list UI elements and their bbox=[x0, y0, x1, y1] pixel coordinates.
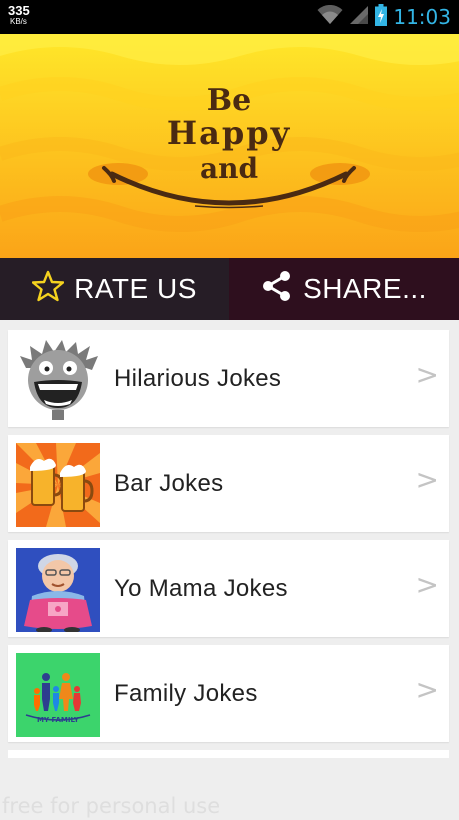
action-bar: RATE US SHARE... bbox=[0, 258, 459, 320]
banner-text-line3: and bbox=[200, 152, 258, 185]
chevron-right-icon: > bbox=[415, 673, 439, 706]
rate-us-button[interactable]: RATE US bbox=[0, 258, 229, 320]
banner-text-line1: Be bbox=[207, 83, 251, 118]
star-outline-icon bbox=[31, 270, 65, 309]
network-speed-unit: KB/s bbox=[10, 17, 27, 26]
chevron-right-icon: > bbox=[415, 358, 439, 391]
list-item-label: Family Jokes bbox=[114, 680, 258, 707]
battery-charging-icon bbox=[375, 3, 388, 31]
chevron-right-icon: > bbox=[415, 568, 439, 601]
network-speed: 335 KB/s bbox=[8, 4, 30, 26]
share-icon bbox=[261, 270, 293, 309]
banner-image: Be Happy and bbox=[0, 34, 459, 258]
status-bar: 335 KB/s 11:03 bbox=[0, 0, 459, 34]
share-label: SHARE... bbox=[303, 273, 427, 304]
joke-category-list: Hilarious Jokes > Bar Jokes > Yo Mama Jo… bbox=[8, 330, 449, 750]
signal-icon bbox=[349, 5, 369, 30]
clock: 11:03 bbox=[393, 5, 451, 29]
list-item-yo-mama-jokes[interactable]: Yo Mama Jokes > bbox=[8, 540, 449, 637]
network-speed-value: 335 bbox=[8, 3, 30, 18]
thumb-text: MY FAMILY bbox=[37, 716, 80, 724]
laughing-face-icon bbox=[16, 338, 100, 422]
list-item-label: Hilarious Jokes bbox=[114, 365, 282, 392]
wifi-icon bbox=[317, 4, 343, 30]
list-item-label: Yo Mama Jokes bbox=[114, 575, 288, 602]
share-button[interactable]: SHARE... bbox=[229, 258, 459, 320]
banner-text-line2: Happy bbox=[167, 114, 291, 152]
chevron-right-icon: > bbox=[415, 463, 439, 496]
list-item-hilarious-jokes[interactable]: Hilarious Jokes > bbox=[8, 330, 449, 427]
rate-us-label: RATE US bbox=[74, 273, 197, 304]
list-item-bar-jokes[interactable]: Bar Jokes > bbox=[8, 435, 449, 532]
family-icon: MY FAMILY bbox=[16, 653, 100, 737]
list-item-label: Bar Jokes bbox=[114, 470, 224, 497]
list-item-family-jokes[interactable]: MY FAMILY Family Jokes > bbox=[8, 645, 449, 742]
beer-mugs-icon bbox=[16, 443, 100, 527]
watermark: free for personal use bbox=[2, 794, 221, 818]
be-happy-banner-art: Be Happy and bbox=[0, 34, 459, 258]
grandma-icon bbox=[16, 548, 100, 632]
list-item-partial[interactable] bbox=[8, 750, 449, 758]
